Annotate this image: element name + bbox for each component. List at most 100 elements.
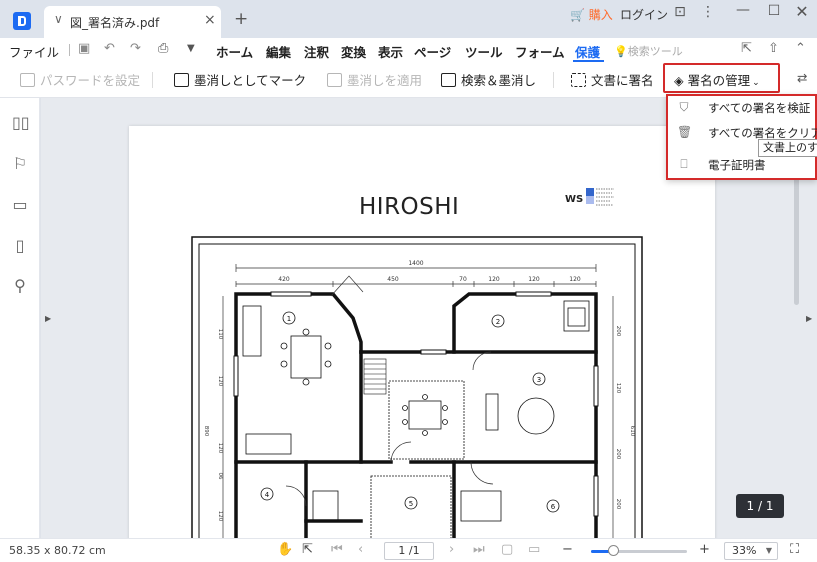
first-page-icon[interactable]: ⏮	[331, 542, 343, 557]
dim-left-3: 890	[203, 426, 209, 437]
redo-icon[interactable]: ↷	[130, 41, 141, 56]
select-tool-icon[interactable]: ⇱	[302, 542, 313, 557]
notification-icon[interactable]: ⊡	[672, 4, 688, 20]
tab-title: 図_署名済み.pdf	[70, 16, 160, 30]
thumbnails-icon[interactable]: ▯▯	[12, 113, 30, 132]
new-tab-icon[interactable]: +	[234, 9, 248, 29]
file-menu[interactable]: ファイル	[9, 42, 59, 61]
undo-icon[interactable]: ↶	[104, 41, 115, 56]
tab-chevron-icon[interactable]: ∨	[54, 12, 63, 26]
chevron-down-icon: ▼	[765, 546, 772, 555]
trash-icon: 🗑	[677, 125, 693, 139]
more-menu-icon[interactable]: ⋮	[700, 4, 716, 20]
prev-page-icon[interactable]: ‹	[358, 542, 363, 557]
fit-page-icon[interactable]: ▢	[501, 542, 513, 557]
attachment-icon[interactable]: ▯	[12, 236, 28, 255]
zoom-value: 33%	[732, 544, 757, 557]
buy-label: 購入	[588, 8, 613, 22]
set-password-button[interactable]: パスワードを設定	[20, 70, 140, 89]
logo-text: WS	[565, 194, 584, 205]
dim-right-5: 200	[615, 499, 621, 510]
manage-signatures-menu: ⛉ すべての署名を検証 🗑 すべての署名をクリア ⎕ 電子証明書	[666, 94, 817, 180]
cloud-upload-icon[interactable]: ⇧	[768, 41, 779, 56]
left-panel-toggle-icon[interactable]: ▶	[45, 314, 51, 323]
ribbon-divider	[69, 44, 70, 56]
close-tab-icon[interactable]: ×	[204, 12, 216, 28]
zoom-out-icon[interactable]: −	[562, 542, 573, 557]
dim-right-3: 610	[629, 426, 635, 437]
save-icon[interactable]: ▣	[78, 41, 90, 56]
search-icon[interactable]: ⚲	[12, 276, 28, 295]
more-tools-icon[interactable]: ⇄	[797, 70, 807, 85]
hand-tool-icon[interactable]: ✋	[277, 542, 293, 557]
search-tool-label: 検索ツール	[627, 45, 683, 58]
bookmark-icon[interactable]: ⚐	[12, 154, 28, 173]
menu-view[interactable]: 表示	[378, 42, 403, 61]
sign-document-label: 文書に署名	[591, 73, 654, 88]
title-bar: ∨ 図_署名済み.pdf × + 🛒 購入 ログイン ⊡ ⋮ — ☐ ✕	[0, 0, 817, 38]
document-tab[interactable]: ∨ 図_署名済み.pdf ×	[44, 6, 221, 38]
minimize-icon[interactable]: —	[735, 2, 751, 18]
menu-annotate[interactable]: 注釈	[304, 42, 329, 61]
zoom-select[interactable]: 33% ▼	[724, 542, 778, 560]
close-window-icon[interactable]: ✕	[794, 2, 810, 21]
next-page-icon[interactable]: ›	[449, 542, 454, 557]
floor-plan: 1400 420 450 70 120 120 120 110 120 890 …	[191, 236, 643, 538]
apply-redaction-icon	[327, 73, 342, 87]
menu-page[interactable]: ページ	[414, 42, 451, 61]
dim-top-2: 450	[387, 276, 399, 283]
right-panel-toggle-icon[interactable]: ▶	[806, 314, 812, 323]
set-password-label: パスワードを設定	[40, 73, 141, 88]
lock-icon	[20, 73, 35, 87]
menu-form[interactable]: フォーム	[515, 42, 565, 61]
dim-left-5: 06	[217, 473, 223, 480]
search-tool-button[interactable]: 💡検索ツール	[614, 43, 683, 59]
dim-left-6: 120	[217, 511, 223, 522]
dim-left-4: 120	[217, 443, 223, 454]
document-title: HIROSHI	[359, 194, 460, 220]
zoom-in-icon[interactable]: +	[699, 542, 710, 557]
dim-top-4: 120	[488, 276, 500, 283]
buy-button[interactable]: 🛒 購入	[570, 6, 613, 23]
menu-item-verify-all[interactable]: ⛉ すべての署名を検証	[668, 96, 815, 120]
menu-edit[interactable]: 編集	[266, 42, 291, 61]
room-number-5: 5	[409, 500, 413, 508]
maximize-icon[interactable]: ☐	[766, 3, 782, 19]
share-icon[interactable]: ⇱	[741, 41, 752, 56]
last-page-icon[interactable]: ⏭	[473, 542, 485, 557]
dim-right-1: 200	[615, 326, 621, 337]
sign-document-button[interactable]: 文書に署名	[571, 70, 654, 89]
login-button[interactable]: ログイン	[620, 6, 668, 23]
room-number-4: 4	[265, 491, 270, 499]
apply-redaction-button[interactable]: 墨消しを適用	[327, 70, 422, 89]
fit-width-icon[interactable]: ▭	[528, 542, 540, 557]
menu-protect[interactable]: 保護	[575, 42, 600, 61]
zoom-slider[interactable]	[591, 550, 687, 553]
page-number-input[interactable]: 1 /1	[384, 542, 434, 560]
search-redact-button[interactable]: 検索＆墨消し	[441, 70, 536, 89]
quick-access-dropdown-icon[interactable]: ▼	[187, 43, 195, 54]
page-dimensions: 58.35 x 80.72 cm	[9, 544, 106, 557]
comment-icon[interactable]: ▭	[12, 195, 28, 214]
pdf-page: HIROSHI WS 1400 420 450 70 120 120 120 1…	[129, 126, 715, 538]
menu-tools[interactable]: ツール	[465, 42, 503, 61]
collapse-ribbon-icon[interactable]: ⌃	[795, 41, 806, 56]
fullscreen-icon[interactable]: ⛶	[790, 542, 799, 557]
tooltip: 文書上のすべ	[758, 139, 817, 157]
mark-redaction-button[interactable]: 墨消しとしてマーク	[174, 70, 306, 89]
dim-top-5: 120	[528, 276, 540, 283]
dim-top-1: 420	[278, 276, 290, 283]
certificate-icon: ⎕	[680, 157, 688, 171]
dim-right-2: 120	[615, 383, 621, 394]
dim-left-1: 110	[217, 329, 223, 340]
menu-convert[interactable]: 変換	[341, 42, 366, 61]
zoom-slider-knob[interactable]	[608, 545, 619, 556]
print-icon[interactable]: ⎙	[158, 41, 168, 56]
dim-left-2: 120	[217, 376, 223, 387]
pdf-editor-window: ∨ 図_署名済み.pdf × + 🛒 購入 ログイン ⊡ ⋮ — ☐ ✕ ファイ…	[0, 0, 817, 562]
signature-stamp	[586, 188, 614, 206]
search-redact-label: 検索＆墨消し	[461, 73, 537, 88]
shield-check-icon: ⛉	[679, 100, 689, 114]
toolbar-divider	[553, 72, 554, 88]
menu-home[interactable]: ホーム	[216, 42, 253, 61]
